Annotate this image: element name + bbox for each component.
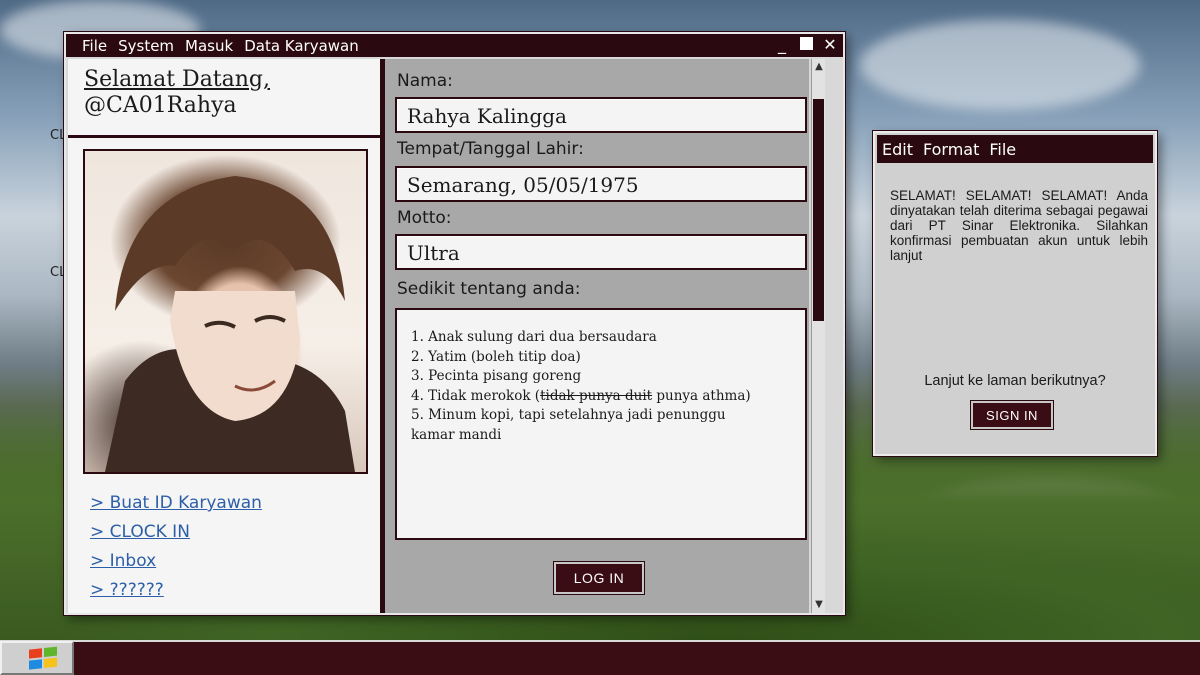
dialog-menubar: Edit Format File <box>877 135 1153 163</box>
notification-dialog: Edit Format File SELAMAT! SELAMAT! SELAM… <box>873 131 1157 456</box>
menu-file[interactable]: File <box>82 37 107 55</box>
form-pane: Nama: Rahya Kalingga Tempat/Tanggal Lahi… <box>385 59 809 613</box>
about-item: 4. Tidak merokok (tidak punya duit punya… <box>411 387 751 404</box>
taskbar <box>0 640 1200 675</box>
dialog-question: Lanjut ke laman berikutnya? <box>924 373 1106 389</box>
name-field[interactable]: Rahya Kalingga <box>395 97 807 133</box>
link-inbox[interactable]: > Inbox <box>90 547 262 576</box>
profile-pane: Selamat Datang, @CA01Rahya > Buat ID Kar… <box>68 59 380 613</box>
main-window: File System Masuk Data Karyawan _ ✕ Sela… <box>64 32 845 615</box>
strikethrough-text: tidak punya duit <box>540 387 653 404</box>
welcome-username: @CA01Rahya <box>84 93 237 118</box>
scroll-up-icon[interactable]: ▲ <box>813 61 825 73</box>
signin-button[interactable]: SIGN IN <box>971 401 1053 429</box>
scroll-down-icon[interactable]: ▼ <box>813 599 825 611</box>
profile-illustration <box>105 176 355 472</box>
about-label: Sedikit tentang anda: <box>397 279 581 299</box>
vertical-scrollbar[interactable]: ▲ ▼ <box>811 59 825 613</box>
welcome-divider <box>68 135 380 138</box>
motto-label: Motto: <box>397 208 452 228</box>
dialog-menu-format[interactable]: Format <box>923 140 979 159</box>
maximize-icon[interactable] <box>799 36 813 54</box>
windows-logo-icon <box>29 646 59 671</box>
about-item: 5. Minum kopi, tapi setelahnya jadi penu… <box>411 407 726 443</box>
login-button[interactable]: LOG IN <box>554 562 644 594</box>
about-item: 2. Yatim (boleh titip doa) <box>411 348 581 365</box>
window-edge <box>825 59 843 613</box>
about-item: 1. Anak sulung dari dua bersaudara <box>411 329 657 345</box>
menu-data-karyawan[interactable]: Data Karyawan <box>244 37 359 55</box>
link-buat-id-karyawan[interactable]: > Buat ID Karyawan <box>90 489 262 518</box>
nav-links: > Buat ID Karyawan > CLOCK IN > Inbox > … <box>90 489 262 605</box>
welcome-text: Selamat Datang, @CA01Rahya <box>84 67 270 119</box>
profile-photo <box>83 149 368 474</box>
scrollbar-thumb[interactable] <box>813 99 824 321</box>
birth-label: Tempat/Tanggal Lahir: <box>397 139 584 159</box>
birth-field[interactable]: Semarang, 05/05/1975 <box>395 166 807 202</box>
start-button[interactable] <box>0 641 74 675</box>
menu-masuk[interactable]: Masuk <box>185 37 233 55</box>
dialog-menu-edit[interactable]: Edit <box>882 140 913 159</box>
link-unknown[interactable]: > ?????? <box>90 576 262 605</box>
main-menubar: File System Masuk Data Karyawan _ ✕ <box>66 34 843 57</box>
about-item: 3. Pecinta pisang goreng <box>411 368 582 384</box>
minimize-icon[interactable]: _ <box>775 36 789 54</box>
motto-field[interactable]: Ultra <box>395 234 807 270</box>
welcome-greeting: Selamat Datang, <box>84 67 271 92</box>
menu-system[interactable]: System <box>118 37 174 55</box>
dialog-menu-file[interactable]: File <box>989 140 1016 159</box>
close-icon[interactable]: ✕ <box>823 36 837 54</box>
link-clock-in[interactable]: > CLOCK IN <box>90 518 262 547</box>
name-label: Nama: <box>397 71 453 91</box>
dialog-message: SELAMAT! SELAMAT! SELAMAT! Anda dinyatak… <box>890 188 1148 263</box>
window-controls: _ ✕ <box>775 36 837 54</box>
desktop-cloud <box>860 20 1140 110</box>
about-textarea[interactable]: 1. Anak sulung dari dua bersaudara 2. Ya… <box>395 308 807 540</box>
